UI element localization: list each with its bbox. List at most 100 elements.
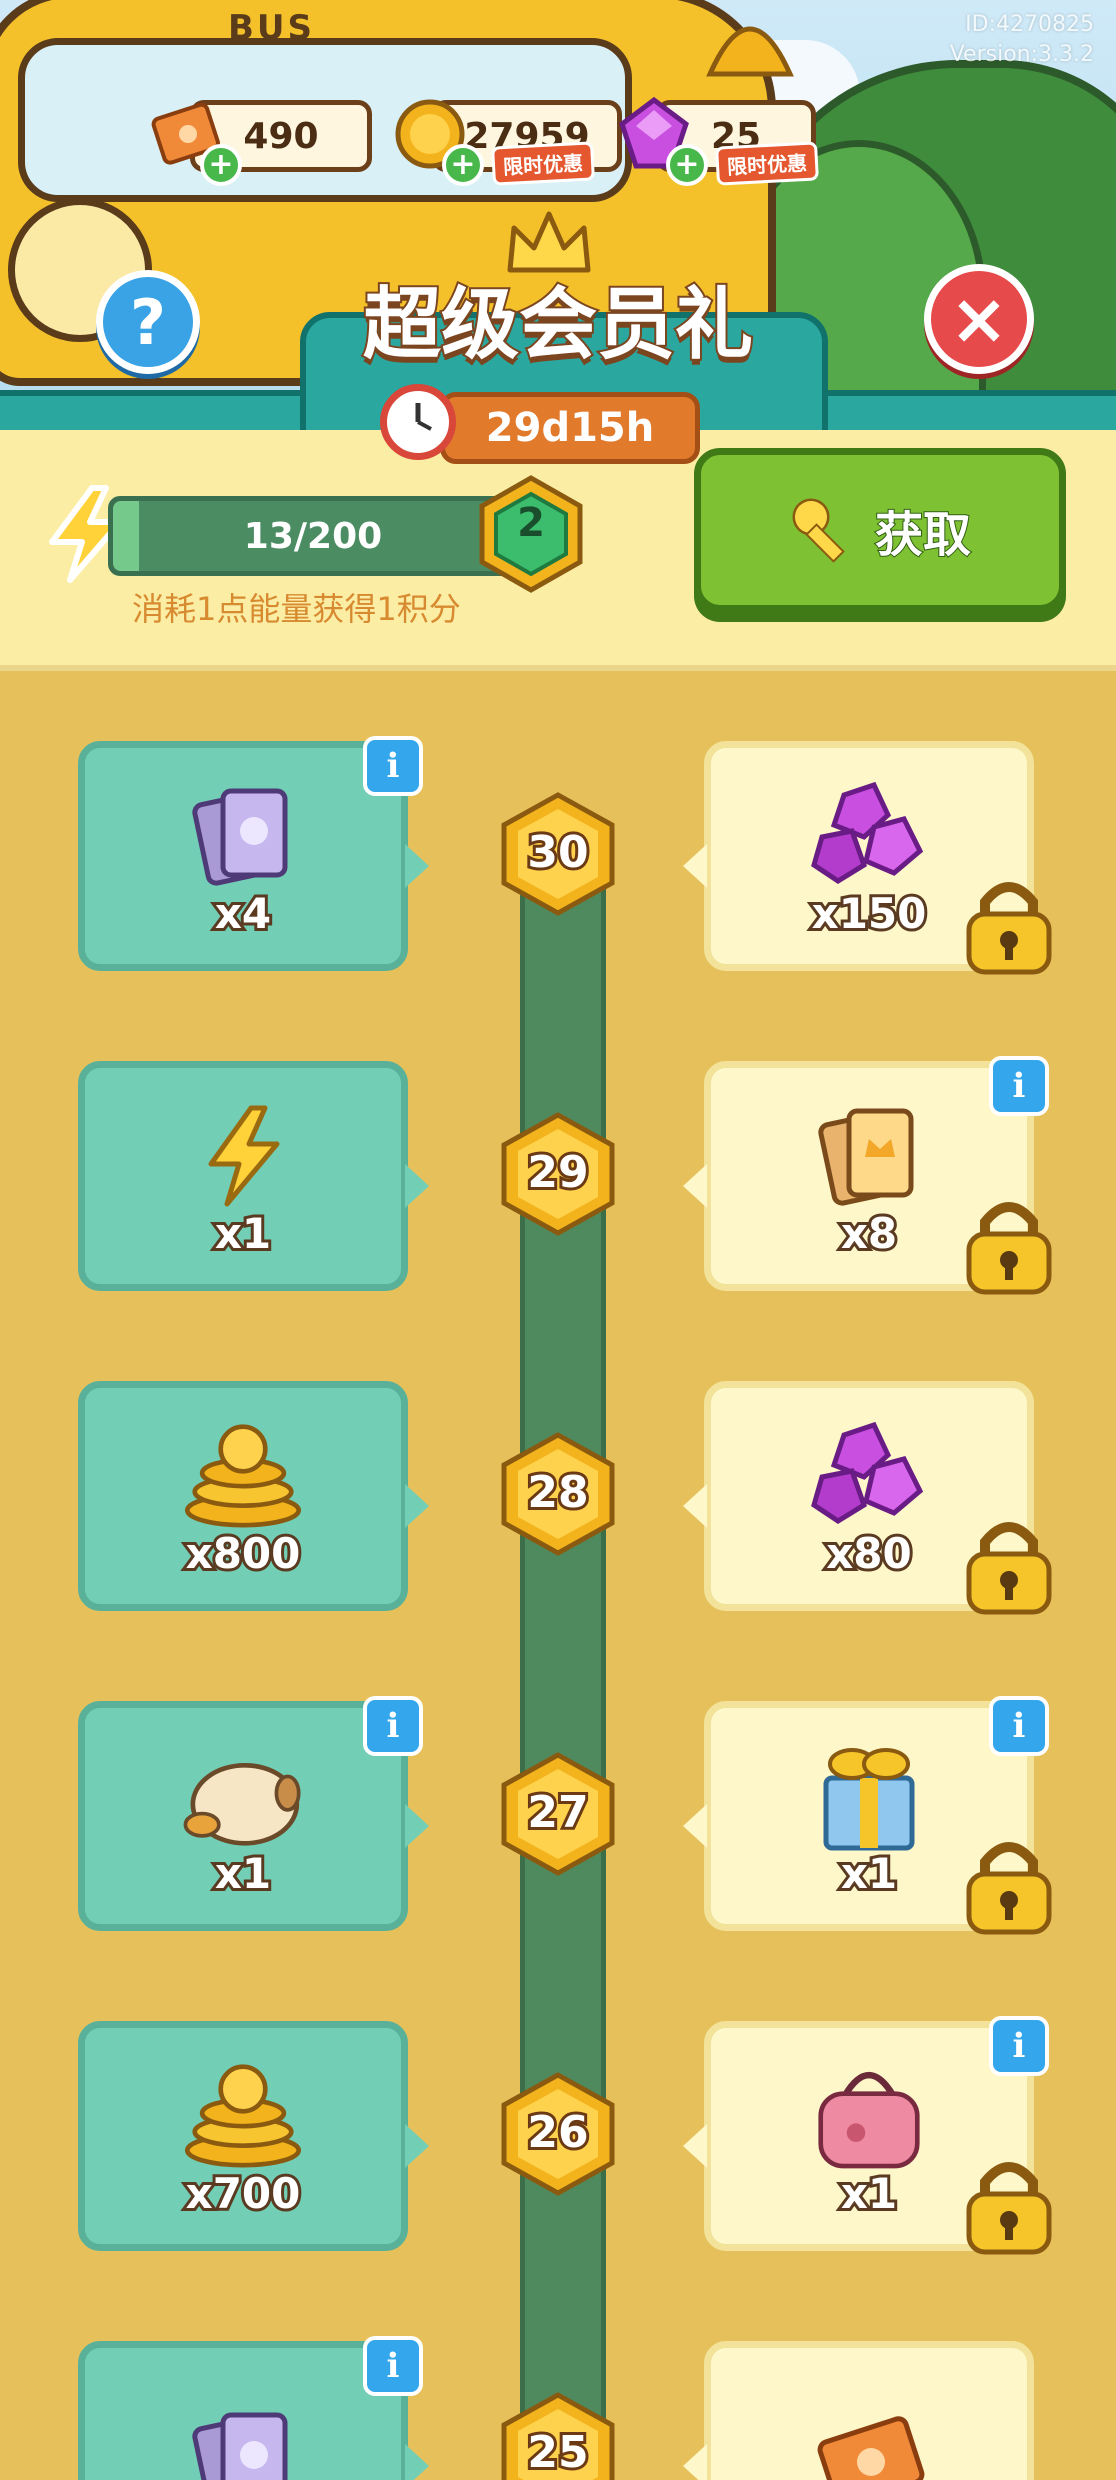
level-number: 26: [524, 2104, 591, 2161]
add-coins-button[interactable]: +: [442, 144, 484, 186]
version-label: Version:3.3.2: [949, 42, 1094, 67]
card-pointer: [405, 2124, 429, 2168]
coin-promo-badge[interactable]: 限时优惠: [491, 141, 595, 186]
add-gems-button[interactable]: +: [666, 144, 708, 186]
reward-quantity: x150: [809, 886, 930, 941]
card-pointer: [405, 2444, 429, 2480]
free-reward-card[interactable]: x700: [78, 2021, 429, 2251]
coin-pile-icon: [178, 2055, 308, 2175]
info-button[interactable]: i: [989, 1056, 1049, 1116]
free-reward-card[interactable]: x800: [78, 1381, 429, 1611]
vip-reward-card[interactable]: [683, 2341, 1034, 2480]
reward-quantity: x4: [212, 886, 274, 941]
card-pointer: [405, 844, 429, 888]
level-number: 30: [524, 824, 591, 881]
help-button[interactable]: ?: [96, 270, 200, 374]
card-pack-icon: [178, 2399, 308, 2480]
reward-quantity: x1: [212, 1206, 274, 1261]
info-button[interactable]: i: [363, 736, 423, 796]
info-icon: i: [386, 1706, 400, 1746]
clock-icon: [380, 384, 456, 460]
add-tickets-button[interactable]: +: [200, 144, 242, 186]
pet-pug-icon: [178, 1735, 308, 1855]
gold-card-pack-icon: [804, 1095, 934, 1215]
info-button[interactable]: i: [989, 2016, 1049, 2076]
reward-row: x800 x80 28: [0, 1381, 1116, 1621]
vip-reward-card[interactable]: x80: [683, 1381, 1052, 1615]
player-id: ID:4270825: [965, 12, 1094, 37]
reward-quantity: x700: [183, 2166, 304, 2221]
reward-track[interactable]: x4 i x150 30 x1 x8 i 29 x800 x80 28 x1 i x1 i 27 x700 x1 i…: [0, 671, 1116, 2480]
reward-quantity: x1: [212, 1846, 274, 1901]
level-value: 2: [517, 500, 545, 546]
coin-counter[interactable]: 27959 + 限时优惠: [392, 96, 632, 186]
info-button[interactable]: i: [363, 1696, 423, 1756]
free-reward-card[interactable]: x1: [78, 1061, 429, 1291]
card-pointer: [683, 1164, 707, 1208]
lock-icon: [961, 1828, 1057, 1938]
energy-bolt-icon: [178, 1095, 308, 1215]
timer-value: 29d15h: [440, 392, 700, 464]
free-reward-card[interactable]: i: [78, 2336, 429, 2480]
build-info: ID:4270825 Version:3.3.2: [950, 10, 1094, 70]
info-icon: i: [1012, 1706, 1026, 1746]
bus-label: BUS: [228, 8, 316, 48]
gem-counter[interactable]: 25 + 限时优惠: [616, 96, 836, 186]
info-icon: i: [386, 2346, 400, 2386]
lock-icon: [961, 868, 1057, 978]
ticket-counter[interactable]: 490 +: [150, 96, 372, 186]
pink-bag-icon: [804, 2055, 934, 2175]
card-pointer: [683, 1804, 707, 1848]
info-button[interactable]: i: [363, 2336, 423, 2396]
energy-progress-text: 13/200: [243, 515, 383, 557]
card-pointer: [683, 844, 707, 888]
gem-pile-icon: [804, 1415, 934, 1535]
info-button[interactable]: i: [989, 1696, 1049, 1756]
card-pack-icon: [178, 775, 308, 895]
info-icon: i: [386, 746, 400, 786]
lock-icon: [961, 1188, 1057, 1298]
card-pointer: [405, 1804, 429, 1848]
vip-reward-card[interactable]: x8 i: [683, 1056, 1052, 1295]
get-vip-button[interactable]: 获取: [694, 448, 1066, 612]
reward-quantity: x1: [838, 2166, 900, 2221]
gem-promo-badge[interactable]: 限时优惠: [715, 141, 819, 186]
reward-row: i 25: [0, 2336, 1116, 2480]
free-reward-card[interactable]: x4 i: [78, 736, 429, 971]
ticket-icon: [804, 2399, 934, 2480]
card-pointer: [405, 1484, 429, 1528]
reward-row: x1 x8 i 29: [0, 1056, 1116, 1301]
close-button[interactable]: ×: [924, 264, 1034, 374]
card-pointer: [683, 2444, 707, 2480]
coin-pile-icon: [178, 1415, 308, 1535]
reward-quantity: x80: [823, 1526, 915, 1581]
free-reward-card[interactable]: x1 i: [78, 1696, 429, 1931]
reward-quantity: x8: [838, 1206, 900, 1261]
get-button-label: 获取: [874, 506, 972, 564]
level-number: 27: [524, 1784, 591, 1841]
reward-quantity: x800: [183, 1526, 304, 1581]
reward-row: x700 x1 i 26: [0, 2016, 1116, 2261]
vip-reward-card[interactable]: x1 i: [683, 1696, 1052, 1935]
card-pointer: [683, 2124, 707, 2168]
level-number: 29: [524, 1144, 591, 1201]
level-number: 28: [524, 1464, 591, 1521]
gem-pile-icon: [804, 775, 934, 895]
reward-row: x4 i x150 30: [0, 736, 1116, 981]
card-pointer: [405, 1164, 429, 1208]
level-number: 25: [524, 2424, 591, 2480]
card-pointer: [683, 1484, 707, 1528]
energy-progress-fill: [113, 501, 139, 571]
key-icon: [792, 498, 845, 563]
energy-progress-bar: 13/200: [108, 496, 518, 576]
lock-icon: [961, 2148, 1057, 2258]
lock-icon: [961, 1508, 1057, 1618]
close-icon: ×: [949, 278, 1009, 360]
question-icon: ?: [130, 285, 166, 359]
vip-reward-card[interactable]: x1 i: [683, 2016, 1052, 2255]
vip-reward-card[interactable]: x150: [683, 741, 1052, 975]
page-title: 超级会员礼: [361, 278, 755, 372]
energy-hint: 消耗1点能量获得1积分: [132, 590, 461, 628]
reward-quantity: x1: [838, 1846, 900, 1901]
info-icon: i: [1012, 2026, 1026, 2066]
